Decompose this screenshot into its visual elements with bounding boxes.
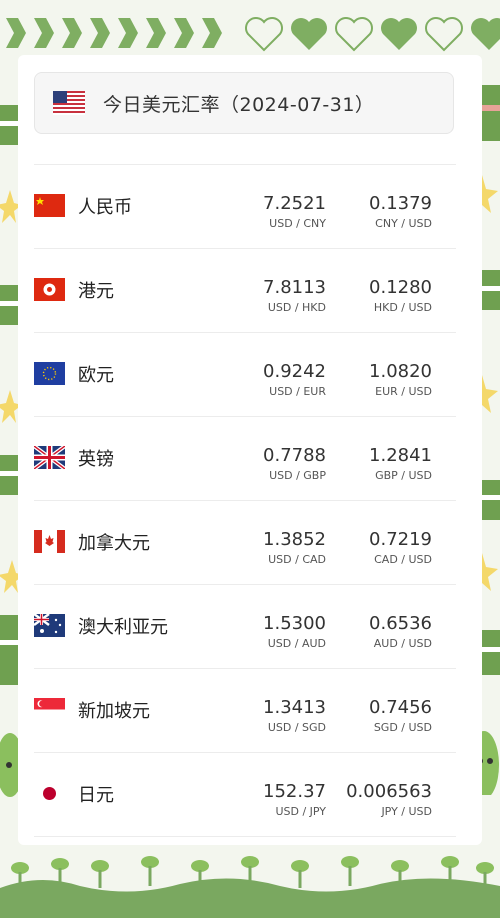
usd-rate-value: 1.3852: [263, 529, 326, 550]
usd-rate-unit: USD / GBP: [269, 469, 326, 482]
jp-flag-icon: [34, 782, 65, 805]
currency-row-jpy: 日元 152.37 USD / JPY 0.006563 JPY / USD: [34, 752, 456, 837]
inverse-rate-value: 0.1379: [369, 193, 432, 214]
currency-row-hkd: 港元 7.8113 USD / HKD 0.1280 HKD / USD: [34, 248, 456, 332]
usd-rate-value: 7.8113: [263, 277, 326, 298]
decorative-top-border: [6, 17, 500, 52]
inverse-rate-value: 0.1280: [369, 277, 432, 298]
inverse-rate-unit: CAD / USD: [374, 553, 432, 566]
inverse-rate-unit: CNY / USD: [375, 217, 432, 230]
currency-list: 人民币 7.2521 USD / CNY 0.1379 CNY / USD 港元…: [34, 164, 456, 837]
usd-rate-value: 7.2521: [263, 193, 326, 214]
chevron-decoration: [6, 18, 222, 48]
decorative-bottom-border: [0, 856, 500, 918]
eu-flag-icon: [34, 362, 65, 385]
currency-row-gbp: 英镑 0.7788 USD / GBP 1.2841 GBP / USD: [34, 416, 456, 500]
usd-rate-unit: USD / HKD: [267, 301, 326, 314]
usd-rate-value: 0.7788: [263, 445, 326, 466]
sprout-icon: [11, 856, 494, 874]
gb-flag-icon: [34, 446, 65, 469]
usd-rate-unit: USD / SGD: [267, 721, 326, 734]
ca-flag-icon: [34, 530, 65, 553]
us-flag-icon: [53, 91, 85, 115]
sg-flag-icon: [34, 698, 65, 721]
currency-name: 英镑: [78, 449, 114, 470]
heart-icon: [245, 17, 500, 52]
currency-row-sgd: 新加坡元 1.3413 USD / SGD 0.7456 SGD / USD: [34, 668, 456, 752]
currency-row-cad: 加拿大元 1.3852 USD / CAD 0.7219 CAD / USD: [34, 500, 456, 584]
currency-name: 日元: [78, 785, 114, 806]
currency-row-aud: 澳大利亚元 1.5300 USD / AUD 0.6536 AUD / USD: [34, 584, 456, 668]
usd-rate-value: 152.37: [263, 781, 326, 802]
usd-rate-value: 1.3413: [263, 697, 326, 718]
inverse-rate-value: 1.0820: [369, 361, 432, 382]
inverse-rate-unit: EUR / USD: [375, 385, 432, 398]
page-header: 今日美元汇率（2024-07-31）: [34, 72, 454, 134]
inverse-rate-unit: AUD / USD: [373, 637, 432, 650]
currency-row-eur: 欧元 0.9242 USD / EUR 1.0820 EUR / USD: [34, 332, 456, 416]
inverse-rate-value: 0.006563: [346, 781, 432, 802]
usd-rate-unit: USD / CNY: [269, 217, 326, 230]
currency-name: 新加坡元: [78, 701, 150, 722]
cn-flag-icon: [34, 194, 65, 217]
inverse-rate-unit: GBP / USD: [375, 469, 432, 482]
currency-row-cny: 人民币 7.2521 USD / CNY 0.1379 CNY / USD: [34, 164, 456, 248]
currency-name: 人民币: [78, 197, 132, 218]
usd-rate-unit: USD / EUR: [269, 385, 326, 398]
usd-rate-value: 1.5300: [263, 613, 326, 634]
inverse-rate-value: 0.6536: [369, 613, 432, 634]
currency-name: 澳大利亚元: [78, 617, 168, 638]
page-title: 今日美元汇率（2024-07-31）: [103, 93, 375, 116]
usd-rate-unit: USD / JPY: [275, 805, 326, 818]
currency-name: 港元: [78, 281, 114, 302]
inverse-rate-value: 0.7219: [369, 529, 432, 550]
inverse-rate-value: 0.7456: [369, 697, 432, 718]
hk-flag-icon: [34, 278, 65, 301]
currency-name: 加拿大元: [78, 533, 150, 554]
currency-name: 欧元: [78, 365, 114, 386]
inverse-rate-value: 1.2841: [369, 445, 432, 466]
usd-rate-value: 0.9242: [263, 361, 326, 382]
au-flag-icon: [34, 614, 65, 637]
inverse-rate-unit: SGD / USD: [373, 721, 432, 734]
inverse-rate-unit: JPY / USD: [381, 805, 432, 818]
usd-rate-unit: USD / AUD: [267, 637, 326, 650]
usd-rate-unit: USD / CAD: [268, 553, 326, 566]
inverse-rate-unit: HKD / USD: [373, 301, 432, 314]
